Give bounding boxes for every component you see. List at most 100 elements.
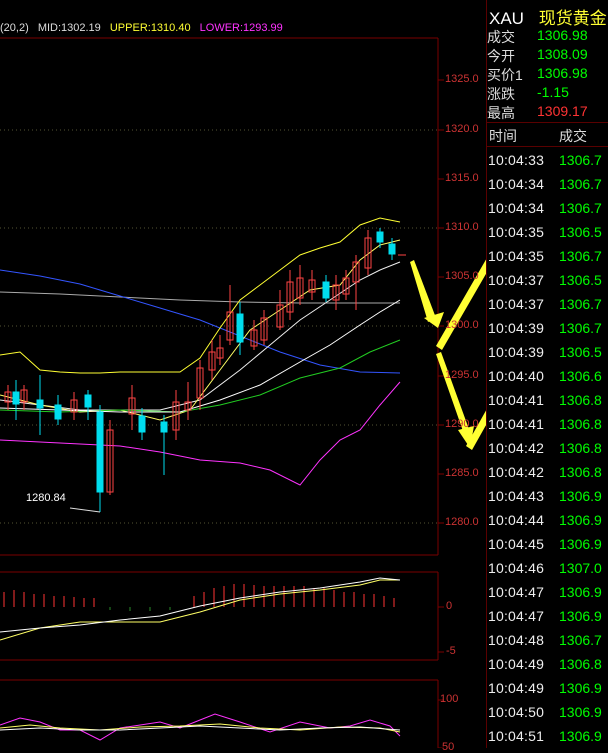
ticks-header-price: 成交 <box>559 128 587 144</box>
tick-time: 10:04:39 <box>488 344 545 360</box>
price-label-1320: 1320.0 <box>445 123 479 135</box>
tick-time: 10:04:34 <box>488 200 545 216</box>
chart-panel[interactable]: (20,2) MID:1302.19 UPPER:1310.40 LOWER:1… <box>0 0 486 753</box>
quote-value: 1306.98 <box>537 27 588 43</box>
tick-price: 1306.7 <box>559 176 602 192</box>
tick-time: 10:04:42 <box>488 464 545 480</box>
candlestick-chart[interactable] <box>0 0 486 748</box>
quote-row-bid: 买价1 1306.98 <box>487 64 608 84</box>
tick-price: 1306.5 <box>559 344 602 360</box>
tick-row[interactable]: 10:04:35 1306.5 <box>487 222 608 246</box>
tick-time: 10:04:45 <box>488 536 545 552</box>
tick-row[interactable]: 10:04:45 1306.9 <box>487 534 608 558</box>
tick-row[interactable]: 10:04:42 1306.8 <box>487 462 608 486</box>
quote-value: -1.15 <box>537 84 569 100</box>
tick-price: 1306.9 <box>559 536 602 552</box>
quote-value: 1308.09 <box>537 46 588 62</box>
tick-row[interactable]: 10:04:51 1306.9 <box>487 726 608 750</box>
tick-price: 1306.5 <box>559 224 602 240</box>
tick-time: 10:04:40 <box>488 368 545 384</box>
quote-label: 今开 <box>487 48 515 64</box>
price-label-1325: 1325.0 <box>445 73 479 85</box>
tick-row[interactable]: 10:04:47 1306.9 <box>487 606 608 630</box>
tick-price: 1306.7 <box>559 632 602 648</box>
tick-row[interactable]: 10:04:43 1306.9 <box>487 486 608 510</box>
tick-time: 10:04:47 <box>488 584 545 600</box>
tick-price: 1306.7 <box>559 200 602 216</box>
ticks-header-time: 时间 <box>489 128 517 144</box>
tick-time: 10:04:35 <box>488 224 545 240</box>
quote-label: 成交 <box>487 29 515 45</box>
kdj-label-100: 100 <box>440 693 459 705</box>
tick-time: 10:04:41 <box>488 392 545 408</box>
tick-row[interactable]: 10:04:49 1306.9 <box>487 678 608 702</box>
tick-row[interactable]: 10:04:37 1306.7 <box>487 294 608 318</box>
tick-price: 1306.8 <box>559 440 602 456</box>
tick-row[interactable]: 10:04:34 1306.7 <box>487 198 608 222</box>
tick-row[interactable]: 10:04:40 1306.6 <box>487 366 608 390</box>
price-label-1315: 1315.0 <box>445 172 479 184</box>
tick-row[interactable]: 10:04:42 1306.8 <box>487 438 608 462</box>
tick-row[interactable]: 10:04:33 1306.7 <box>487 150 608 174</box>
tick-price: 1306.9 <box>559 608 602 624</box>
symbol-title: XAU 现货黄金 <box>489 4 607 28</box>
tick-row[interactable]: 10:04:37 1306.5 <box>487 270 608 294</box>
tick-time: 10:04:49 <box>488 680 545 696</box>
tick-row[interactable]: 10:04:44 1306.9 <box>487 510 608 534</box>
tick-time: 10:04:49 <box>488 656 545 672</box>
quote-row-open: 今开 1308.09 <box>487 45 608 65</box>
tick-row[interactable]: 10:04:34 1306.7 <box>487 174 608 198</box>
price-label-1285: 1285.0 <box>445 467 479 479</box>
price-label-1290: 1290.0 <box>445 418 479 430</box>
tick-price: 1306.7 <box>559 248 602 264</box>
kdj-label-50: 50 <box>442 741 455 753</box>
low-price-annotation: 1280.84 <box>26 492 66 504</box>
quote-value: 1306.98 <box>537 65 588 81</box>
tick-price: 1306.9 <box>559 680 602 696</box>
quote-label: 最高 <box>487 105 515 121</box>
macd-label-minus5: -5 <box>446 645 456 657</box>
tick-row[interactable]: 10:04:39 1306.5 <box>487 342 608 366</box>
tick-time: 10:04:51 <box>488 728 545 744</box>
quote-row-last: 成交 1306.98 <box>487 26 608 46</box>
tick-row[interactable]: 10:04:41 1306.8 <box>487 390 608 414</box>
tick-time: 10:04:50 <box>488 704 545 720</box>
tick-time: 10:04:39 <box>488 320 545 336</box>
tick-price: 1306.9 <box>559 728 602 744</box>
tick-row[interactable]: 10:04:35 1306.7 <box>487 246 608 270</box>
tick-row[interactable]: 10:04:47 1306.9 <box>487 582 608 606</box>
tick-row[interactable]: 10:04:39 1306.7 <box>487 318 608 342</box>
tick-time: 10:04:33 <box>488 152 545 168</box>
price-label-1310: 1310.0 <box>445 221 479 233</box>
tick-row[interactable]: 10:04:46 1307.0 <box>487 558 608 582</box>
tick-price: 1306.7 <box>559 152 602 168</box>
tick-row[interactable]: 10:04:41 1306.8 <box>487 414 608 438</box>
price-label-1305: 1305.0 <box>445 270 479 282</box>
tick-price: 1306.8 <box>559 464 602 480</box>
price-label-1295: 1295.0 <box>445 369 479 381</box>
tick-price: 1306.7 <box>559 296 602 312</box>
quote-label: 涨跌 <box>487 86 515 102</box>
tick-time: 10:04:44 <box>488 512 545 528</box>
quote-row-high: 最高 1309.17 <box>487 102 608 122</box>
tick-price: 1306.9 <box>559 488 602 504</box>
tick-price: 1307.0 <box>559 560 602 576</box>
tick-time: 10:04:43 <box>488 488 545 504</box>
tick-time: 10:04:35 <box>488 248 545 264</box>
price-label-1300: 1300.0 <box>445 319 479 331</box>
tick-price: 1306.5 <box>559 272 602 288</box>
tick-time: 10:04:34 <box>488 176 545 192</box>
tick-row[interactable]: 10:04:50 1306.9 <box>487 702 608 726</box>
ticks-header: 时间 成交 <box>487 124 608 147</box>
tick-price: 1306.6 <box>559 368 602 384</box>
tick-time: 10:04:42 <box>488 440 545 456</box>
tick-row[interactable]: 10:04:48 1306.7 <box>487 630 608 654</box>
tick-time: 10:04:47 <box>488 608 545 624</box>
tick-row[interactable]: 10:04:49 1306.8 <box>487 654 608 678</box>
tick-price: 1306.8 <box>559 392 602 408</box>
quote-row-change: 涨跌 -1.15 <box>487 83 608 103</box>
tick-time: 10:04:37 <box>488 272 545 288</box>
tick-price: 1306.8 <box>559 416 602 432</box>
tick-price: 1306.8 <box>559 656 602 672</box>
quote-label: 买价1 <box>487 67 523 83</box>
